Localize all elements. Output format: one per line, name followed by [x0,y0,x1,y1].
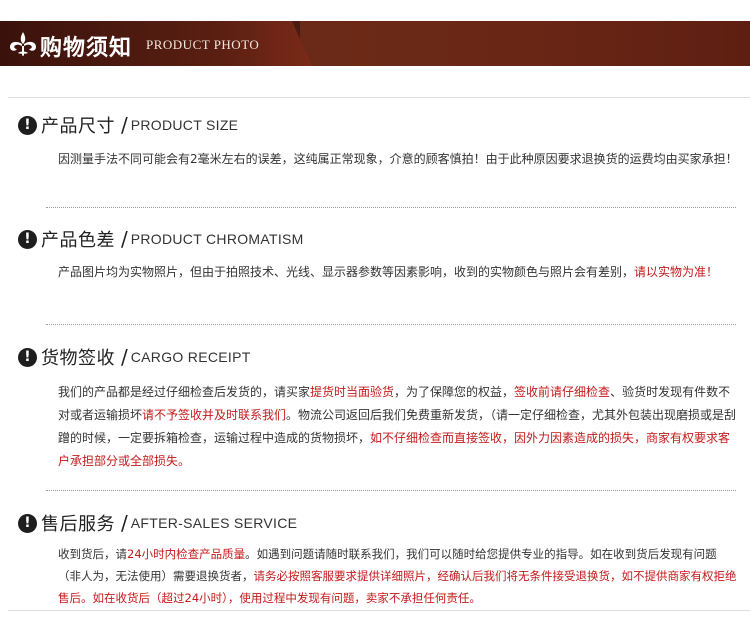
dotted-divider [46,324,736,325]
exclamation-icon: ! [18,229,37,249]
section-title-cn: 货物签收 [41,348,115,369]
title-slash: / [121,113,128,137]
section-title-en: AFTER-SALES SERVICE [130,515,298,531]
highlight-text: 请不予签收并及时联系我们 [142,408,287,422]
section-title-after-sales: ! 售后服务 / AFTER-SALES SERVICE [18,511,297,535]
top-divider [8,97,750,98]
header-banner: 购物须知 PRODUCT PHOTO [0,21,750,66]
section-title-cn: 产品尺寸 [41,116,115,137]
section-title-cargo-receipt: ! 货物签收 / CARGO RECEIPT [18,345,251,369]
title-slash: / [121,345,128,369]
section-title-chromatism: ! 产品色差 / PRODUCT CHROMATISM [18,227,304,251]
section-body-product-size: 因测量手法不同可能会有2毫米左右的误差，这纯属正常现象，介意的顾客慎拍！由于此种… [58,152,738,166]
dotted-divider [46,490,736,491]
banner-background [300,21,750,66]
section-body-after-sales: 收到货后，请24小时内检查产品质量。如遇到问题请随时联系我们，我们可以随时给您提… [58,547,737,605]
section-body-cargo-receipt: 我们的产品都是经过仔细检查后发货的，请买家提货时当面验货，为了保障您的权益，签收… [58,385,737,468]
highlight-text: 签收前请仔细检查 [514,385,611,399]
title-slash: / [121,511,128,535]
highlight-text: 请以实物为准！ [634,265,719,279]
section-body-chromatism: 产品图片均为实物照片，但由于拍照技术、光线、显示器参数等因素影响，收到的实物颜色… [58,265,719,279]
highlight-text: 提货时当面验货 [310,385,395,399]
bottom-divider [8,610,750,611]
exclamation-icon: ! [18,115,37,135]
section-title-en: CARGO RECEIPT [130,349,251,365]
exclamation-icon: ! [18,347,37,367]
section-title-en: PRODUCT CHROMATISM [130,231,304,247]
title-slash: / [121,227,128,251]
section-title-cn: 产品色差 [41,230,115,251]
section-title-product-size: ! 产品尺寸 / PRODUCT SIZE [18,113,238,137]
banner-subtitle: PRODUCT PHOTO [146,37,260,52]
section-title-en: PRODUCT SIZE [130,117,239,133]
banner-title: 购物须知 [40,35,133,60]
section-title-cn: 售后服务 [41,514,115,535]
exclamation-icon: ! [18,513,37,533]
dotted-divider [46,207,736,208]
highlight-text: 24小时内检查产品质量 [127,547,246,561]
fleur-ornament-icon [10,32,36,56]
